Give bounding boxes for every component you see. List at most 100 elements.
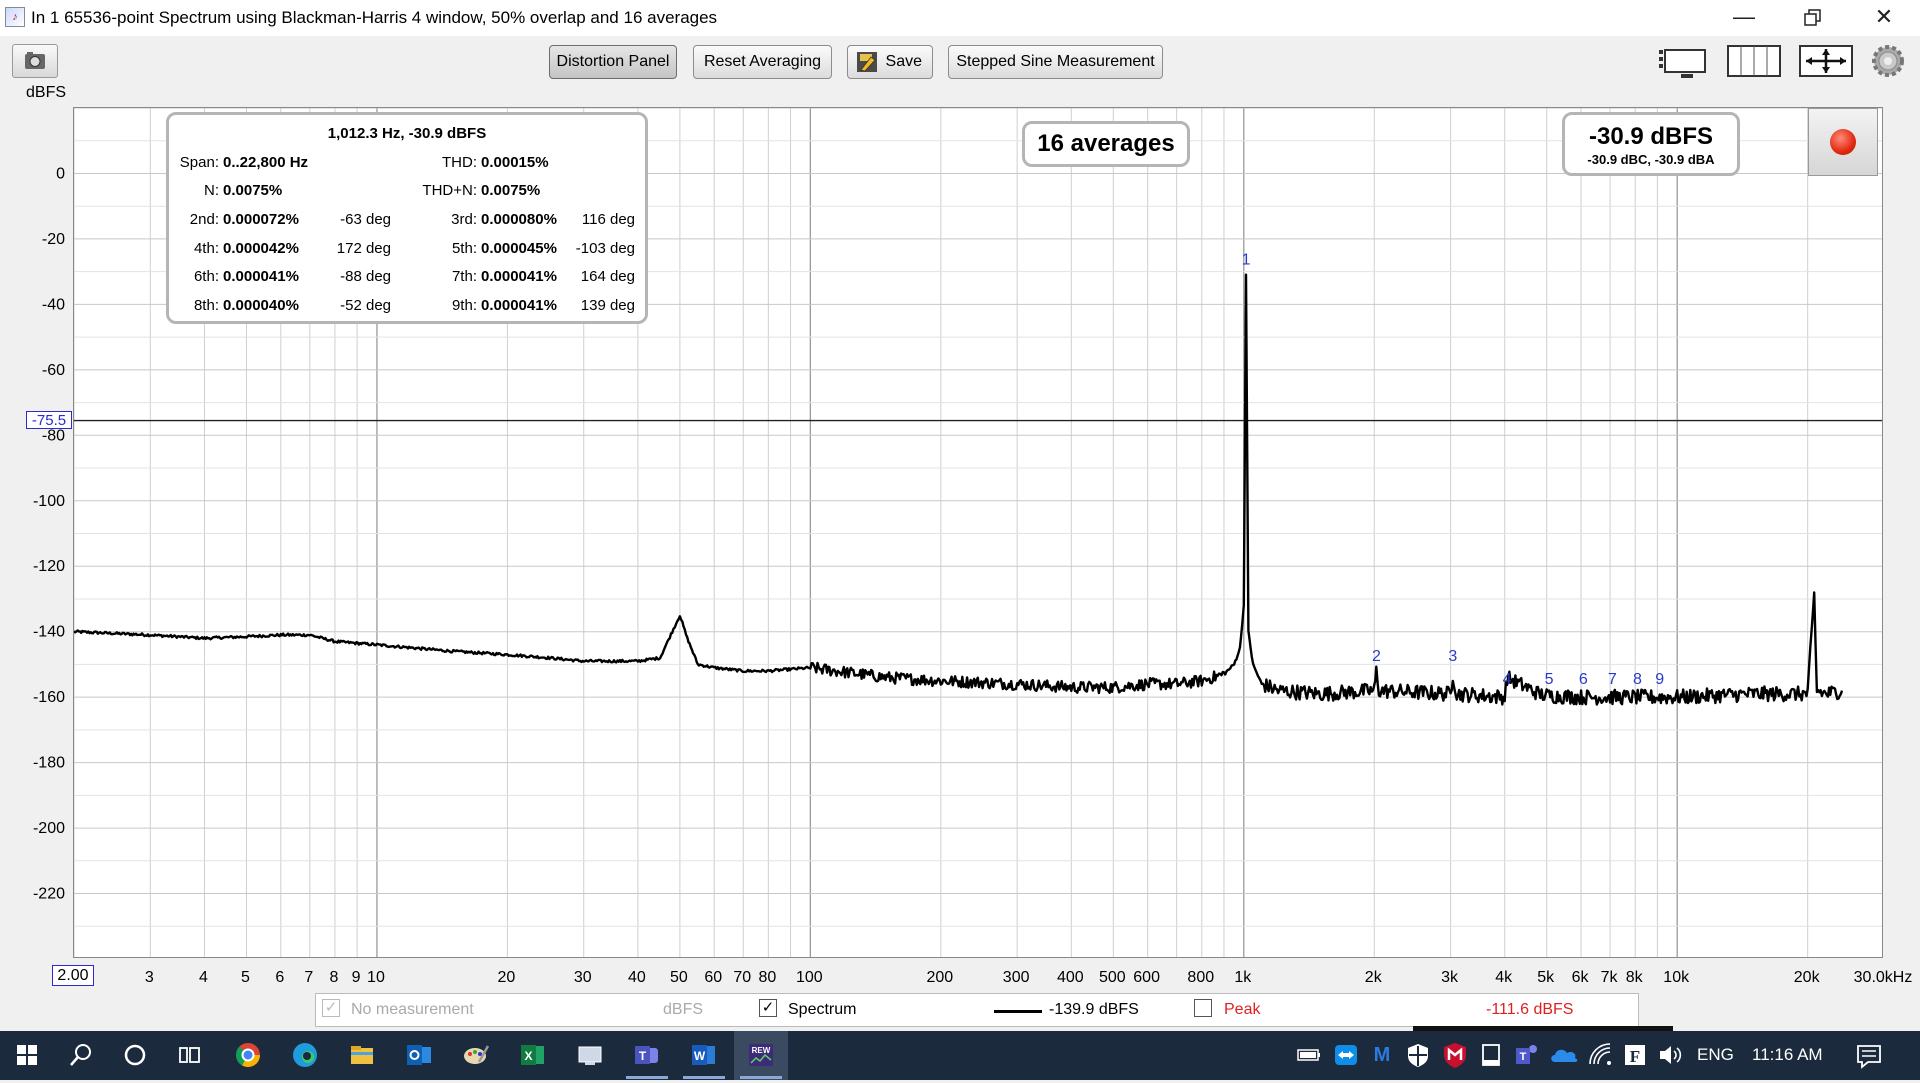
- mcafee-icon[interactable]: [1440, 1038, 1470, 1072]
- x-tick-label: 80: [758, 969, 776, 986]
- teamviewer-icon[interactable]: [1331, 1038, 1361, 1072]
- record-icon: [1830, 129, 1856, 155]
- x-tick-label: 20k: [1794, 969, 1821, 986]
- rew-icon[interactable]: REW: [744, 1038, 778, 1072]
- spectrum-checkbox[interactable]: ✓: [759, 999, 777, 1017]
- chrome-icon[interactable]: [231, 1038, 265, 1072]
- y-tick-label: -80: [42, 427, 65, 444]
- harmonic-left-label: 6th:: [193, 268, 219, 285]
- x-tick-label: 30: [574, 969, 592, 986]
- harmonic-right-phase: -103 deg: [575, 239, 635, 257]
- harmonic-left-label: 8th:: [193, 296, 219, 314]
- language-indicator[interactable]: ENG: [1697, 1045, 1734, 1065]
- y-tick-label: -140: [33, 624, 65, 641]
- wifi-icon[interactable]: [1585, 1038, 1615, 1072]
- harmonic-right-value: 0.000045%: [481, 239, 557, 257]
- x-start-value-box[interactable]: 2.00: [52, 965, 94, 986]
- harmonic-right-phase: 164 deg: [580, 268, 635, 285]
- y-tick-label: -160: [33, 689, 65, 706]
- windows-start-icon[interactable]: [10, 1038, 44, 1072]
- tablet-icon[interactable]: [1476, 1038, 1506, 1072]
- harmonic-right-value: 0.000080%: [481, 211, 557, 228]
- defender-icon[interactable]: [1403, 1038, 1433, 1072]
- x-tick-label: 1k: [1234, 969, 1252, 986]
- task-view-icon[interactable]: [172, 1038, 206, 1072]
- excel-icon[interactable]: X: [516, 1038, 550, 1072]
- harmonic-left-phase: -52 deg: [340, 296, 391, 314]
- x-tick-label: 6: [275, 969, 284, 986]
- cortana-icon[interactable]: [118, 1038, 152, 1072]
- x-tick-label: 20: [498, 969, 516, 986]
- harmonic-right-label: 5th:: [451, 239, 477, 257]
- record-button[interactable]: [1808, 108, 1878, 176]
- outlook-icon[interactable]: [402, 1038, 436, 1072]
- search-icon[interactable]: [64, 1038, 98, 1072]
- level-main-value: -30.9 dBFS: [1588, 123, 1714, 150]
- harmonic-right-value: 0.000041%: [481, 268, 557, 285]
- x-tick-label: 4k: [1495, 969, 1513, 986]
- x-tick-label: 7k: [1601, 969, 1619, 986]
- peak-checkbox[interactable]: [1194, 999, 1212, 1017]
- y-tick-label: -60: [42, 362, 65, 379]
- no-measurement-checkbox[interactable]: ✓: [322, 999, 340, 1017]
- x-tick-label: 10: [367, 969, 385, 986]
- y-tick-label: -40: [42, 296, 65, 313]
- x-tick-label: 70: [733, 969, 751, 986]
- word-icon[interactable]: W: [687, 1038, 721, 1072]
- peak-legend-label: Peak: [1224, 1001, 1261, 1018]
- teams-active-indicator: [626, 1076, 668, 1079]
- x-tick-label: 300: [1003, 969, 1030, 986]
- x-tick-label: 3: [145, 969, 154, 986]
- x-tick-label: 2k: [1365, 969, 1383, 986]
- harmonic-right-phase: 139 deg: [580, 296, 635, 314]
- spectrum-legend-label: Spectrum: [788, 1001, 857, 1018]
- svg-text:X: X: [524, 1049, 532, 1063]
- onedrive-icon[interactable]: [1548, 1038, 1580, 1072]
- x-tick-label: 30.0kHz: [1854, 969, 1913, 986]
- thd-label: THD:: [442, 154, 477, 171]
- harmonic-left-value: 0.000041%: [223, 268, 299, 285]
- x-tick-label: 800: [1187, 969, 1214, 986]
- harmonic-right-value: 0.000041%: [481, 296, 557, 314]
- y-tick-label: -100: [33, 493, 65, 510]
- y-tick-label: 0: [56, 165, 65, 182]
- svg-text:T: T: [639, 1049, 647, 1063]
- app-icon[interactable]: [573, 1038, 607, 1072]
- x-tick-label: 7: [304, 969, 313, 986]
- font-icon[interactable]: F: [1620, 1038, 1650, 1072]
- notifications-icon[interactable]: [1852, 1038, 1886, 1072]
- word-active-indicator: [683, 1076, 725, 1079]
- harmonic-left-value: 0.000040%: [223, 296, 299, 314]
- battery-icon[interactable]: [1294, 1038, 1324, 1072]
- x-tick-label: 40: [628, 969, 646, 986]
- clock[interactable]: 11:16 AM: [1752, 1045, 1823, 1065]
- thd-value: 0.00015%: [481, 154, 549, 171]
- spectrum-legend-swatch: [994, 1010, 1042, 1013]
- volume-icon[interactable]: [1655, 1038, 1685, 1072]
- rew-active-indicator: [740, 1076, 782, 1079]
- x-tick-label: 100: [796, 969, 823, 986]
- level-display: -30.9 dBFS -30.9 dBC, -30.9 dBA: [1562, 112, 1740, 176]
- x-tick-label: 9: [352, 969, 361, 986]
- edge-icon[interactable]: [288, 1038, 322, 1072]
- file-explorer-icon[interactable]: [345, 1038, 379, 1072]
- no-measurement-unit: dBFS: [663, 1001, 704, 1018]
- harmonic-right-phase: 116 deg: [581, 211, 635, 228]
- harmonic-left-label: 4th:: [193, 239, 219, 257]
- malwarebytes-icon[interactable]: M: [1367, 1038, 1397, 1072]
- harmonic-left-value: 0.000072%: [223, 211, 299, 228]
- no-measurement-label: No measurement: [351, 1001, 474, 1018]
- y-tick-label: -200: [33, 820, 65, 837]
- x-tick-label: 3k: [1441, 969, 1459, 986]
- averages-badge: 16 averages: [1022, 121, 1190, 167]
- cursor-value-box[interactable]: -75.5: [26, 410, 72, 429]
- teams-icon[interactable]: T: [630, 1038, 664, 1072]
- span-value: 0..22,800 Hz: [223, 154, 309, 171]
- svg-text:REW: REW: [752, 1046, 771, 1055]
- x-tick-label: 200: [926, 969, 953, 986]
- paint-icon[interactable]: [459, 1038, 493, 1072]
- teams-tray-icon[interactable]: T: [1512, 1038, 1542, 1072]
- span-label: Span:: [179, 154, 219, 171]
- distortion-panel: 1,012.3 Hz, -30.9 dBFS Span: 0..22,800 H…: [166, 112, 648, 324]
- x-tick-label: 6k: [1572, 969, 1590, 986]
